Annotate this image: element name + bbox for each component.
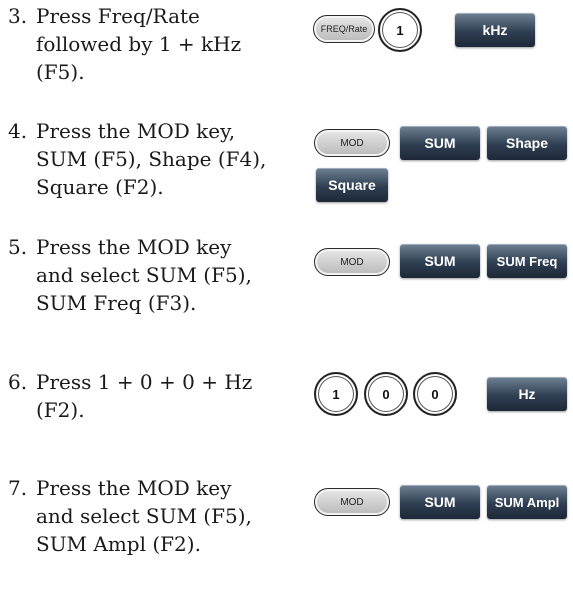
- step-text-line: Press the MOD key: [36, 476, 232, 500]
- step-4: 4. Press the MOD key, SUM (F5), Shape (F…: [8, 117, 308, 201]
- mod-key[interactable]: MOD: [314, 248, 390, 276]
- step-text-line: and select SUM (F5),: [36, 263, 252, 287]
- step-text-line: and select SUM (F5),: [36, 504, 252, 528]
- step-text-line: SUM Ampl (F2).: [36, 532, 201, 556]
- digit-1-key[interactable]: 1: [378, 8, 422, 52]
- square-softkey[interactable]: Square: [316, 168, 388, 202]
- step-number: 7.: [8, 476, 28, 500]
- step-6: 6. Press 1 + 0 + 0 + Hz (F2).: [8, 368, 308, 424]
- step-number: 4.: [8, 119, 28, 143]
- step-text-line: Press the MOD key: [36, 235, 232, 259]
- step-text-line: Press the MOD key,: [36, 119, 236, 143]
- sum-ampl-softkey[interactable]: SUM Ampl: [487, 485, 567, 519]
- khz-softkey[interactable]: kHz: [455, 13, 535, 47]
- mod-key[interactable]: MOD: [314, 488, 390, 516]
- step-number: 3.: [8, 4, 28, 28]
- sum-freq-softkey[interactable]: SUM Freq: [487, 244, 567, 278]
- shape-softkey[interactable]: Shape: [487, 126, 567, 160]
- step-text-line: Press 1 + 0 + 0 + Hz: [36, 370, 253, 394]
- step-text-line: Press Freq/Rate: [36, 4, 200, 28]
- step-3: 3. Press Freq/Rate followed by 1 + kHz (…: [8, 2, 308, 86]
- freq-rate-key[interactable]: FREQ/Rate: [313, 15, 375, 43]
- step-text-line: SUM Freq (F3).: [36, 291, 197, 315]
- digit-0-key[interactable]: 0: [364, 372, 408, 416]
- sum-softkey[interactable]: SUM: [400, 485, 480, 519]
- hz-softkey[interactable]: Hz: [487, 377, 567, 411]
- mod-key[interactable]: MOD: [314, 129, 390, 157]
- step-text-line: (F2).: [36, 398, 85, 422]
- sum-softkey[interactable]: SUM: [400, 244, 480, 278]
- step-text-line: followed by 1 + kHz: [36, 32, 242, 56]
- digit-1-key[interactable]: 1: [314, 372, 358, 416]
- step-text-line: Square (F2).: [36, 175, 164, 199]
- step-7: 7. Press the MOD key and select SUM (F5)…: [8, 474, 308, 558]
- step-number: 5.: [8, 235, 28, 259]
- step-text-line: SUM (F5), Shape (F4),: [36, 147, 267, 171]
- digit-0-key[interactable]: 0: [413, 372, 457, 416]
- step-text-line: (F5).: [36, 60, 85, 84]
- step-5: 5. Press the MOD key and select SUM (F5)…: [8, 233, 308, 317]
- step-number: 6.: [8, 370, 28, 394]
- sum-softkey[interactable]: SUM: [400, 126, 480, 160]
